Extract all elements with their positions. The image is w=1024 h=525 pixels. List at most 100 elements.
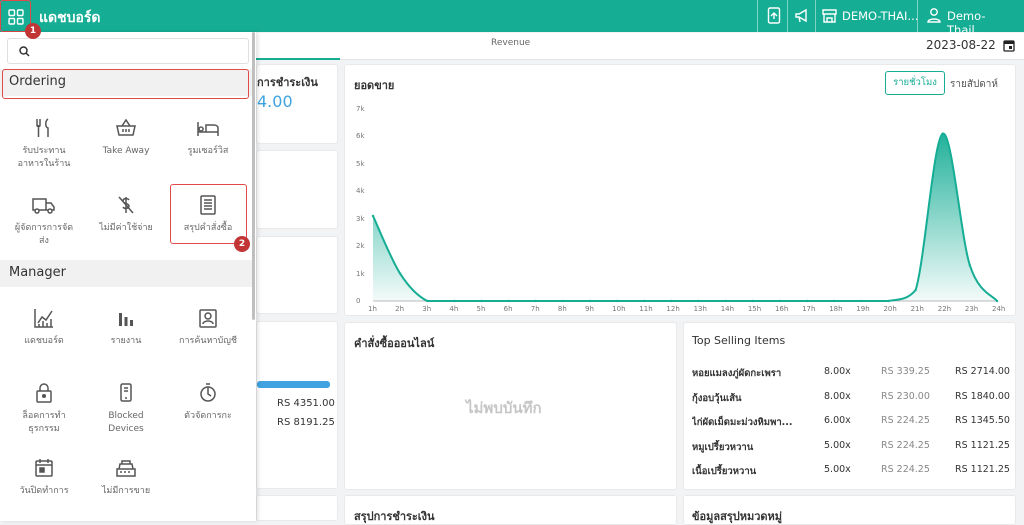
- x-tick-label: 6h: [503, 305, 513, 313]
- y-tick-label: 0: [356, 297, 361, 305]
- x-tick-label: 13h: [693, 305, 707, 313]
- top-item-name: หอยแมลงภู่ผัดกะเพรา: [692, 368, 782, 379]
- x-tick-label: 10h: [612, 305, 626, 313]
- x-tick-label: 15h: [747, 305, 762, 313]
- x-tick-label: 24h: [992, 305, 1006, 313]
- top-item-total: RS 1345.50: [955, 415, 1010, 426]
- menu-item-take-away[interactable]: Take Away: [86, 117, 166, 158]
- step-badge-2: 2: [234, 236, 250, 252]
- top-item-total: RS 2714.00: [955, 366, 1010, 377]
- data-point: [724, 299, 727, 303]
- label-line: รับประทาน: [22, 146, 66, 156]
- data-point: [941, 132, 944, 135]
- x-tick-label: 9h: [585, 305, 594, 313]
- category-summary-title: ข้อมูลสรุปหมวดหมู่: [692, 510, 783, 523]
- label-line: รูมเซอร์วิส: [187, 146, 229, 156]
- top-item-qty: 5.00x: [824, 464, 851, 475]
- label-line: อาหารในร้าน: [17, 159, 71, 169]
- chart-icon: [34, 309, 53, 328]
- top-item-name: เนื้อเปรี้ยวหวาน: [692, 466, 757, 477]
- menu-item-closing-days[interactable]: วันปิดทำการ: [4, 457, 84, 498]
- label-line: แดชบอร์ด: [24, 336, 64, 346]
- data-point: [833, 299, 836, 303]
- menu-item-no-sale[interactable]: ไม่มีการขาย: [86, 457, 166, 498]
- label-line: ล็อคการทำ: [22, 411, 66, 421]
- cash-register-icon: [116, 460, 136, 477]
- menu-search-input[interactable]: [7, 38, 249, 64]
- data-point: [751, 299, 755, 303]
- x-tick-label: 23h: [964, 305, 979, 313]
- top-item-name: ไก่ผัดเม็ดมะม่วงหิมพา...: [692, 417, 793, 428]
- data-point: [670, 299, 673, 303]
- x-tick-label: 2h: [395, 305, 405, 313]
- menu-item-shift-manager[interactable]: ตัวจัดการกะ: [168, 382, 248, 423]
- menu-item-reports[interactable]: รายงาน: [86, 307, 166, 348]
- data-point: [588, 299, 592, 303]
- label-line: ผู้จัดการการจัด: [14, 223, 74, 233]
- sidebar-scrollbar[interactable]: [252, 32, 255, 320]
- label-line: ไม่มีการขาย: [101, 486, 151, 496]
- menu-item-dashboard[interactable]: แดชบอร์ด: [4, 307, 84, 348]
- data-point: [643, 299, 646, 303]
- top-item-qty: 8.00x: [824, 366, 851, 377]
- payment-summary-title: สรุปการชำระเงิน: [354, 510, 435, 523]
- data-point: [995, 299, 999, 303]
- lock-icon: [36, 383, 52, 403]
- section-manager-label: Manager: [9, 265, 66, 280]
- y-tick-label: 1k: [356, 269, 365, 278]
- label-line: ตัวจัดการกะ: [184, 411, 232, 421]
- label-line: Devices: [108, 424, 144, 434]
- menu-item-transaction-lock[interactable]: ล็อคการทำธุรกรรม: [4, 382, 84, 436]
- data-point: [778, 299, 782, 303]
- bar-report-icon: [119, 313, 133, 326]
- x-tick-label: 5h: [476, 305, 486, 313]
- data-point: [534, 299, 537, 303]
- y-tick-label: 5k: [356, 159, 365, 168]
- top-item-price: RS 224.25: [881, 439, 930, 451]
- x-tick-label: 3h: [422, 305, 432, 313]
- online-orders-title: คำสั่งซื้อออนไลน์: [354, 337, 435, 350]
- top-item-price: RS 224.25: [881, 415, 930, 426]
- menu-item-no-charge[interactable]: ไม่มีค่าใช้จ่าย: [86, 194, 166, 235]
- data-point: [371, 214, 375, 218]
- truck-icon: [32, 198, 55, 214]
- top-item-price: RS 224.25: [881, 464, 930, 475]
- y-tick-label: 2k: [356, 242, 365, 251]
- sales-area-fill: [373, 133, 997, 301]
- sales-line: [372, 132, 998, 303]
- x-tick-label: 8h: [557, 305, 567, 313]
- data-point: [453, 299, 456, 303]
- search-icon: [19, 46, 30, 57]
- y-tick-label: 4k: [356, 187, 365, 196]
- step-badge-1: 1: [25, 23, 41, 39]
- device-icon: [120, 383, 132, 402]
- data-point: [805, 299, 809, 303]
- x-tick-label: 14h: [720, 305, 735, 313]
- no-dollar-icon: [118, 196, 134, 214]
- menu-item-blocked-devices[interactable]: Blocked Devices: [86, 382, 166, 436]
- menu-item-delivery-manager[interactable]: ผู้จัดการการจัด ส่ง: [4, 194, 84, 248]
- app-menu-panel: Ordering Manager รับประทาน อาหารในร้าน Ta…: [0, 32, 256, 521]
- top-item-price: RS 339.25: [881, 366, 930, 377]
- label-line: ไม่มีค่าใช้จ่าย: [99, 223, 153, 233]
- y-tick-label: 7k: [356, 105, 365, 113]
- calendar-icon: [35, 459, 53, 477]
- top-item-name: หมูเปรี้ยวหวาน: [692, 441, 754, 453]
- menu-item-account-search[interactable]: การค้นหาบัญชี: [168, 307, 248, 348]
- x-tick-label: 21h: [910, 305, 924, 313]
- x-tick-label: 1h: [368, 305, 377, 313]
- x-tick-label: 18h: [829, 305, 843, 313]
- menu-item-dine-in[interactable]: รับประทานอาหารในร้าน: [4, 117, 84, 171]
- x-tick-label: 12h: [666, 305, 680, 313]
- data-point: [615, 299, 619, 303]
- x-tick-label: 7h: [530, 305, 540, 313]
- order-summary-highlight: [170, 184, 247, 244]
- label-line: การค้นหาบัญชี: [179, 336, 237, 346]
- data-point: [480, 299, 483, 303]
- basket-icon: [116, 118, 136, 136]
- top-item-total: RS 1121.25: [955, 439, 1010, 451]
- menu-item-room-service[interactable]: รูมเซอร์วิส: [168, 117, 248, 158]
- label-line: ธุรกรรม: [28, 424, 60, 434]
- data-point: [860, 299, 863, 303]
- x-tick-label: 17h: [802, 305, 816, 313]
